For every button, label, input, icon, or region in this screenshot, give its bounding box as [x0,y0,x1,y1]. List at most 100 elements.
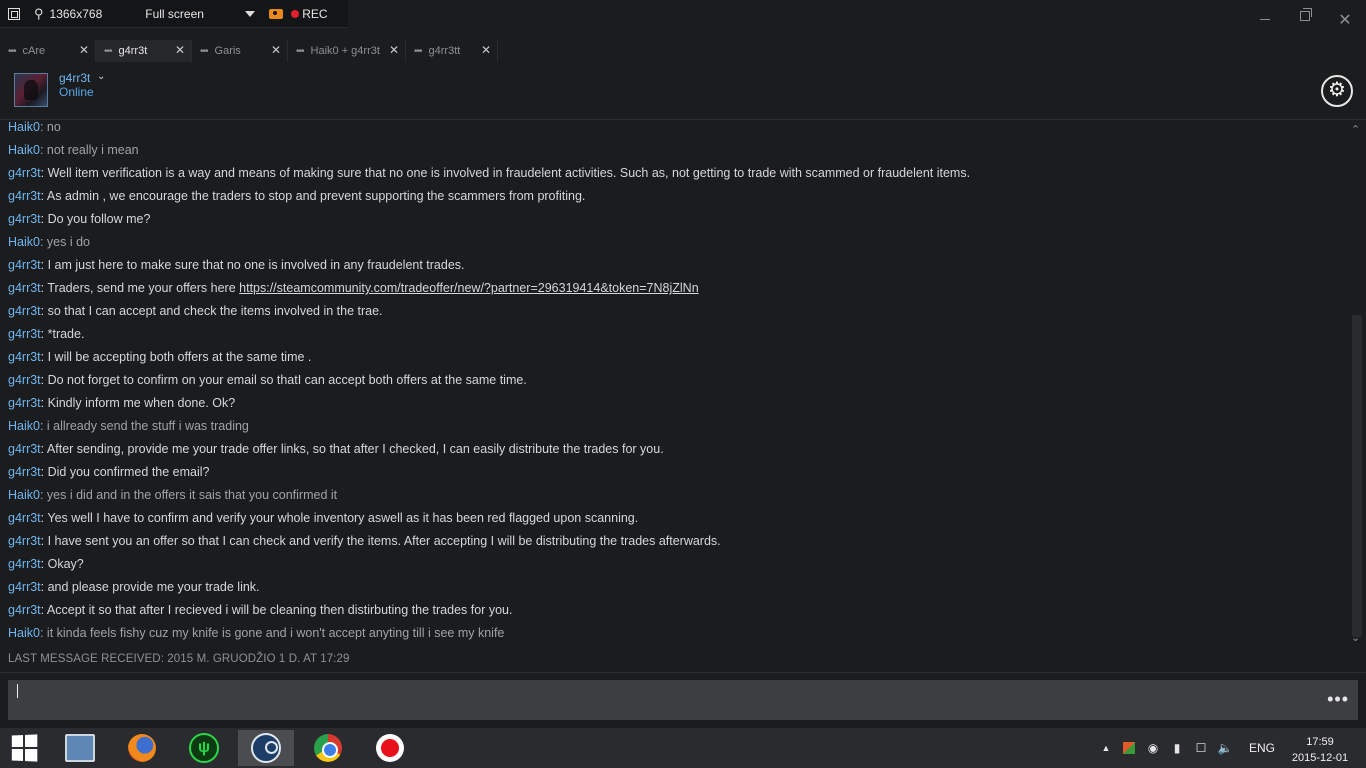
chevron-down-icon[interactable] [245,10,256,17]
message-author[interactable]: g4rr3t [8,580,41,594]
chevron-down-icon[interactable]: ⌄ [97,71,105,82]
chat-message: Haik0: i allready send the stuff i was t… [8,419,249,437]
chat-message: g4rr3t: Kindly inform me when done. Ok? [8,396,235,414]
resolution-label[interactable]: 1366x768 [50,7,103,21]
record-button[interactable]: REC [302,7,327,21]
message-author[interactable]: g4rr3t [8,373,41,387]
close-tab-icon[interactable]: ✕ [271,43,281,57]
tab-garis[interactable]: ••• Garis ✕ [192,40,288,62]
clock-date: 2015-12-01 [1291,752,1349,764]
message-author[interactable]: g4rr3t [8,511,41,525]
drag-handle-icon[interactable]: ••• [296,46,304,57]
tab-label: Haik0 + g4rr3t [310,45,380,57]
chevron-up-icon[interactable]: ⌃ [1351,123,1360,136]
message-text: : I have sent you an offer so that I can… [40,534,721,548]
chat-message: g4rr3t: I am just here to make sure that… [8,258,465,276]
message-text: : Traders, send me your offers here [40,281,240,295]
message-text: : Kindly inform me when done. Ok? [40,396,236,410]
steam-tray-icon[interactable]: ◉ [1144,738,1162,758]
avatar[interactable] [14,73,48,107]
message-author[interactable]: g4rr3t [8,304,41,318]
battery-icon[interactable]: ▮ [1168,738,1186,758]
message-author[interactable]: g4rr3t [8,281,41,295]
message-text: : yes i do [39,235,90,249]
message-author[interactable]: g4rr3t [8,350,41,364]
maximize-button[interactable] [1285,6,1325,34]
message-author[interactable]: Haik0 [8,488,40,502]
taskbar-explorer[interactable] [52,730,108,766]
message-author[interactable]: g4rr3t [8,442,41,456]
tab-g4rr3t[interactable]: ••• g4rr3t ✕ [96,40,192,62]
message-text: : so that I can accept and check the ite… [40,304,383,318]
message-author[interactable]: g4rr3t [8,534,41,548]
start-button[interactable] [0,728,48,768]
message-author[interactable]: Haik0 [8,143,40,157]
message-author[interactable]: g4rr3t [8,557,41,571]
message-text: : I am just here to make sure that no on… [40,258,465,272]
search-icon[interactable]: ⚲ [34,6,44,22]
message-author[interactable]: Haik0 [8,626,40,640]
drag-handle-icon[interactable]: ••• [8,46,16,57]
drag-handle-icon[interactable]: ••• [200,46,208,57]
chat-message: g4rr3t: As admin , we encourage the trad… [8,189,585,207]
chat-tray-icon[interactable]: ☐ [1192,738,1210,758]
message-author[interactable]: g4rr3t [8,189,41,203]
username[interactable]: g4rr3t [59,71,90,85]
message-author[interactable]: g4rr3t [8,465,41,479]
chevron-up-icon[interactable]: ▲ [1098,738,1114,758]
message-author[interactable]: g4rr3t [8,396,41,410]
message-text: : Accept it so that after I recieved i w… [40,603,513,617]
message-text: : Yes well I have to confirm and verify … [40,511,639,525]
taskbar-recorder[interactable] [362,730,418,766]
message-text: : yes i did and in the offers it sais th… [39,488,338,502]
close-tab-icon[interactable]: ✕ [481,43,491,57]
taskbar-steam[interactable] [238,730,294,766]
message-author[interactable]: g4rr3t [8,327,41,341]
chat-message: g4rr3t: so that I can accept and check t… [8,304,383,322]
minimize-icon [1260,19,1270,20]
text-cursor [17,684,18,698]
record-icon[interactable] [291,9,300,18]
scrollbar-thumb[interactable] [1352,315,1362,637]
message-author[interactable]: g4rr3t [8,603,41,617]
recorder-icon [376,734,404,762]
chevron-down-icon[interactable]: ⌄ [1351,631,1360,644]
message-text: : After sending, provide me your trade o… [40,442,664,456]
close-tab-icon[interactable]: ✕ [389,43,399,57]
tab-label: Garis [214,45,241,57]
capture-mode-select[interactable]: Full screen [145,7,251,21]
message-author[interactable]: g4rr3t [8,212,41,226]
drag-handle-icon[interactable]: ••• [414,46,422,57]
message-author[interactable]: Haik0 [8,235,40,249]
message-text: : Okay? [40,557,84,571]
minimize-button[interactable] [1245,6,1285,34]
message-author[interactable]: Haik0 [8,419,40,433]
volume-icon[interactable]: 🔈 [1216,738,1234,758]
copy-icon[interactable] [8,7,20,20]
file-explorer-icon [65,734,95,762]
message-author[interactable]: g4rr3t [8,258,41,272]
taskbar: ψ ▲ ◉ ▮ ☐ 🔈 [0,728,1366,768]
tray-app-icon[interactable] [1120,738,1138,758]
message-text: : it kinda feels fishy cuz my knife is g… [39,626,505,640]
taskbar-firefox[interactable] [114,730,170,766]
camera-icon[interactable] [269,8,284,19]
message-input[interactable]: ••• [8,680,1358,720]
more-options-button[interactable]: ••• [1327,689,1349,710]
gear-icon[interactable]: ⚙ [1321,75,1353,107]
language-indicator[interactable]: ENG [1249,741,1275,755]
trade-offer-link[interactable]: https://steamcommunity.com/tradeoffer/ne… [239,281,699,295]
tab-haik0-g4rr3t[interactable]: ••• Haik0 + g4rr3t ✕ [288,40,406,62]
taskbar-green-app[interactable]: ψ [176,730,232,766]
message-author[interactable]: g4rr3t [8,166,41,180]
tab-care[interactable]: ••• cAre ✕ [0,40,96,62]
clock[interactable]: 17:59 2015-12-01 [1290,734,1350,766]
close-window-button[interactable]: ✕ [1325,6,1365,34]
message-author[interactable]: Haik0 [8,120,40,134]
chat-scrollbar[interactable]: ⌃ ⌄ [1348,120,1366,647]
close-tab-icon[interactable]: ✕ [79,43,89,57]
drag-handle-icon[interactable]: ••• [104,46,112,57]
close-tab-icon[interactable]: ✕ [175,43,185,57]
tab-g4rr3tt[interactable]: ••• g4rr3tt ✕ [406,40,498,62]
taskbar-chrome[interactable] [300,730,356,766]
